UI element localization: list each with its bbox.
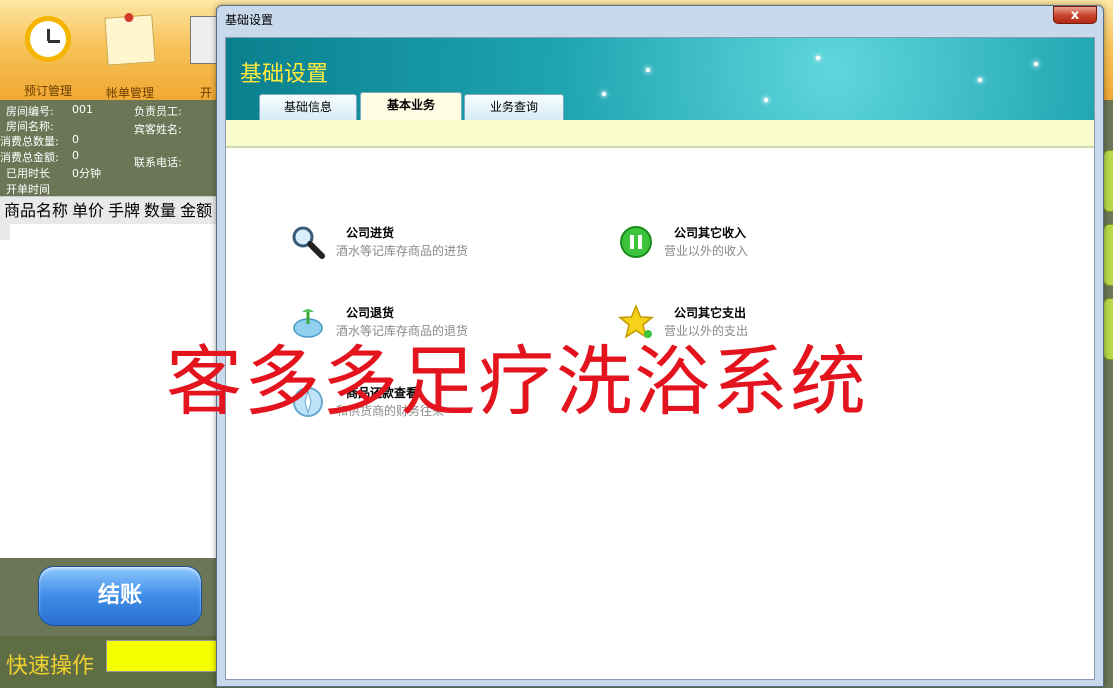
quick-action-bar: 快速操作	[0, 636, 218, 688]
toolbar-reservation-button[interactable]: 预订管理	[8, 10, 88, 98]
order-grid-header: 商品名称单价手牌数量金额技师	[0, 196, 218, 226]
pause-circle-icon	[620, 226, 652, 258]
feature-desc: 营业以外的收入	[664, 244, 749, 258]
basic-settings-dialog: 基础设置 x 基础设置 基础信息 基本业务 业务查询 公司进货 酒水等记库存商品…	[216, 5, 1104, 687]
side-tab[interactable]	[1103, 150, 1113, 212]
room-no-label: 房间编号:	[6, 105, 54, 118]
quick-action-label: 快速操作	[6, 654, 95, 679]
count-label: 消费总数量:	[0, 135, 59, 148]
close-button[interactable]: x	[1053, 6, 1097, 24]
toolbar-bills-button[interactable]: 帐单管理	[90, 10, 170, 100]
column-header[interactable]: 单价	[68, 197, 104, 225]
toolbar-open-order-label: 开单	[200, 86, 213, 98]
tab-strip	[226, 120, 1094, 148]
room-no-value: 001	[72, 103, 93, 116]
sparkle-decoration	[602, 92, 606, 96]
dialog-header-banner: 基础设置 基础信息 基本业务 业务查询	[226, 38, 1094, 120]
tab-basic-info[interactable]: 基础信息	[259, 94, 357, 120]
sparkle-decoration	[1034, 62, 1038, 66]
room-side-panel: 房间编号: 001 房间名称: 消费总数量: 0 消费总金额: 0 已用时长 0…	[0, 100, 218, 688]
feature-title: 商品还款查看	[346, 386, 419, 400]
open-time-label: 开单时间	[6, 183, 50, 196]
checkout-area: 结账	[0, 558, 218, 636]
feature-desc: 酒水等记库存商品的进货	[336, 244, 469, 258]
dialog-heading: 基础设置	[240, 62, 329, 87]
feature-desc: 营业以外的支出	[664, 324, 749, 338]
checkout-button[interactable]: 结账	[38, 566, 202, 626]
sparkle-decoration	[764, 98, 768, 102]
room-name-label: 房间名称:	[6, 120, 54, 133]
row-header	[0, 224, 10, 240]
dialog-window-title: 基础设置	[225, 13, 274, 27]
used-time-value: 0分钟	[72, 167, 101, 180]
magnifier-icon	[292, 226, 325, 259]
feature-title: 公司其它支出	[674, 306, 747, 320]
feature-other-income[interactable]: 公司其它收入 营业以外的收入	[618, 224, 898, 264]
staff-label: 负责员工:	[134, 105, 182, 118]
column-header[interactable]: 商品名称	[0, 197, 68, 225]
toolbar-reservation-label: 预订管理	[23, 84, 72, 98]
quick-action-input[interactable]	[106, 640, 218, 672]
toolbar-bills-label: 帐单管理	[105, 86, 154, 100]
feature-other-expense[interactable]: 公司其它支出 营业以外的支出	[618, 304, 898, 344]
feature-desc: 酒水等记库存商品的退货	[336, 324, 469, 338]
recycle-globe-icon	[293, 309, 323, 338]
side-tab[interactable]	[1103, 298, 1113, 360]
used-time-label: 已用时长	[6, 167, 50, 180]
toolbar-open-order-button[interactable]: 开单	[176, 10, 216, 98]
clock-icon	[25, 16, 71, 62]
star-icon	[618, 304, 654, 339]
note-icon	[104, 14, 156, 66]
feature-return[interactable]: 公司退货 酒水等记库存商品的退货	[290, 304, 570, 344]
guest-label: 宾客姓名:	[134, 123, 182, 136]
document-icon	[190, 16, 216, 64]
sparkle-decoration	[816, 56, 820, 60]
column-header[interactable]: 数量	[140, 197, 176, 225]
column-header[interactable]: 金额	[176, 197, 212, 225]
dialog-titlebar[interactable]: 基础设置 x	[217, 6, 1103, 30]
sparkle-decoration	[978, 78, 982, 82]
amount-label: 消费总金额:	[0, 151, 59, 164]
dialog-content: 基础设置 基础信息 基本业务 业务查询 公司进货 酒水等记库存商品的进货 公司其…	[225, 37, 1095, 680]
feature-desc: 和供货商的财务往来	[336, 404, 445, 418]
room-info: 房间编号: 001 房间名称: 消费总数量: 0 消费总金额: 0 已用时长 0…	[0, 100, 218, 196]
tab-basic-business[interactable]: 基本业务	[360, 92, 462, 120]
feature-purchase[interactable]: 公司进货 酒水等记库存商品的进货	[290, 224, 570, 264]
close-icon: x	[1070, 8, 1080, 23]
tab-business-query[interactable]: 业务查询	[464, 94, 564, 120]
feature-title: 公司其它收入	[674, 226, 747, 240]
feature-payment-query[interactable]: 商品还款查看 和供货商的财务往来	[290, 384, 570, 424]
amount-value: 0	[72, 149, 79, 162]
feature-title: 公司退货	[346, 306, 395, 320]
sparkle-decoration	[646, 68, 650, 72]
compass-icon	[293, 387, 323, 417]
feature-title: 公司进货	[346, 226, 395, 240]
column-header[interactable]: 手牌	[104, 197, 140, 225]
count-value: 0	[72, 133, 79, 146]
side-tab[interactable]	[1103, 224, 1113, 286]
phone-label: 联系电话:	[134, 156, 182, 169]
